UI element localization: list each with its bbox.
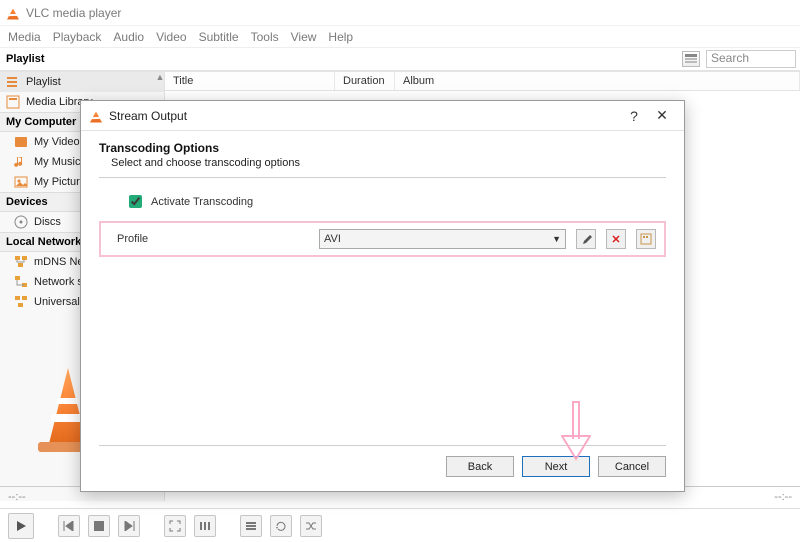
- close-icon[interactable]: ✕: [648, 106, 676, 126]
- column-album[interactable]: Album: [395, 72, 800, 90]
- sidebar-item-label: My Videos: [34, 136, 85, 148]
- menu-subtitle[interactable]: Subtitle: [199, 30, 239, 44]
- vlc-cone-icon: [6, 6, 20, 20]
- dialog-title: Stream Output: [109, 109, 187, 123]
- time-total: --:--: [774, 491, 792, 503]
- cancel-button[interactable]: Cancel: [598, 456, 666, 477]
- media-library-icon: [6, 95, 20, 109]
- playback-controls: [0, 508, 800, 542]
- profile-select[interactable]: AVI ▼: [319, 229, 566, 249]
- playlist-section-header: Playlist Search: [0, 48, 800, 71]
- column-duration[interactable]: Duration: [335, 72, 395, 90]
- network-icon: [14, 295, 28, 309]
- profile-new-button[interactable]: [636, 229, 656, 249]
- activate-transcoding-checkbox[interactable]: Activate Transcoding: [125, 192, 666, 211]
- sidebar-item-label: My Music: [34, 156, 80, 168]
- menu-media[interactable]: Media: [8, 30, 41, 44]
- profile-row: Profile AVI ▼ ✕: [99, 221, 666, 257]
- dialog-titlebar: Stream Output ? ✕: [81, 101, 684, 131]
- network-icon: [14, 275, 28, 289]
- sidebar-item-label: Discs: [34, 216, 61, 228]
- menu-tools[interactable]: Tools: [251, 30, 279, 44]
- activate-transcoding-label: Activate Transcoding: [151, 196, 253, 208]
- video-icon: [14, 135, 28, 149]
- search-input[interactable]: Search: [706, 50, 796, 68]
- activate-transcoding-input[interactable]: [129, 195, 142, 208]
- music-icon: [14, 155, 28, 169]
- menu-playback[interactable]: Playback: [53, 30, 102, 44]
- sidebar-item-label: mDNS Net: [34, 256, 87, 268]
- help-icon[interactable]: ?: [620, 106, 648, 126]
- titlebar: VLC media player: [0, 0, 800, 26]
- playlist-toggle-button[interactable]: [240, 515, 262, 537]
- sidebar-item-playlist[interactable]: Playlist: [0, 72, 164, 92]
- menu-view[interactable]: View: [291, 30, 317, 44]
- scroll-up-icon[interactable]: ▲: [154, 72, 166, 84]
- column-title[interactable]: Title: [165, 72, 335, 90]
- menu-audio[interactable]: Audio: [113, 30, 144, 44]
- next-button[interactable]: [118, 515, 140, 537]
- profile-edit-button[interactable]: [576, 229, 596, 249]
- shuffle-button[interactable]: [300, 515, 322, 537]
- stop-button[interactable]: [88, 515, 110, 537]
- time-elapsed: --:--: [8, 491, 26, 503]
- dialog-heading: Transcoding Options: [99, 141, 666, 155]
- menu-video[interactable]: Video: [156, 30, 186, 44]
- profile-label: Profile: [109, 233, 309, 245]
- profile-delete-button[interactable]: ✕: [606, 229, 626, 249]
- dialog-body: Transcoding Options Select and choose tr…: [81, 131, 684, 257]
- sidebar-item-label: Playlist: [26, 76, 61, 88]
- play-button[interactable]: [8, 513, 34, 539]
- playlist-icon: [6, 75, 20, 89]
- sidebar-item-label: Universal I: [34, 296, 86, 308]
- dialog-subheading: Select and choose transcoding options: [99, 155, 666, 178]
- playlist-header-label: Playlist: [4, 53, 45, 65]
- chevron-down-icon: ▼: [552, 234, 561, 244]
- menu-help[interactable]: Help: [328, 30, 353, 44]
- extended-settings-button[interactable]: [194, 515, 216, 537]
- disc-icon: [14, 215, 28, 229]
- vlc-cone-icon: [89, 109, 103, 123]
- app-title: VLC media player: [26, 6, 121, 20]
- view-mode-icon[interactable]: [682, 51, 700, 67]
- back-button[interactable]: Back: [446, 456, 514, 477]
- annotation-arrow-icon: [561, 401, 591, 461]
- picture-icon: [14, 175, 28, 189]
- sidebar-item-label: Network s: [34, 276, 83, 288]
- stream-output-dialog: Stream Output ? ✕ Transcoding Options Se…: [80, 100, 685, 492]
- menubar: Media Playback Audio Video Subtitle Tool…: [0, 26, 800, 48]
- network-icon: [14, 255, 28, 269]
- column-headers: Title Duration Album: [165, 72, 800, 91]
- prev-button[interactable]: [58, 515, 80, 537]
- profile-value: AVI: [324, 233, 341, 245]
- loop-button[interactable]: [270, 515, 292, 537]
- fullscreen-button[interactable]: [164, 515, 186, 537]
